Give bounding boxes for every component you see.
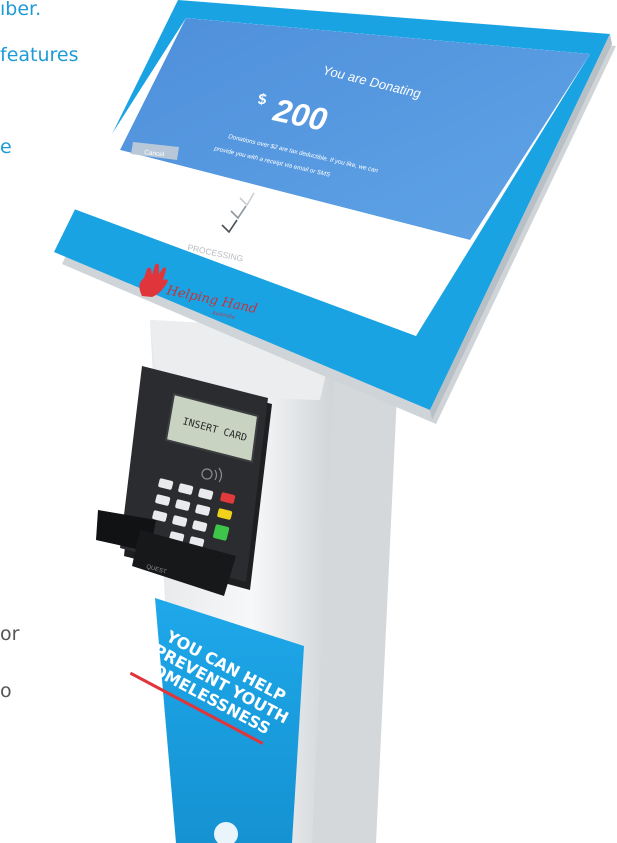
card-reader: INSERT CARD QUEST <box>96 366 272 596</box>
kiosk-illustration: You are Donating $ 200 Donations over $2… <box>54 0 616 843</box>
screen-currency: $ <box>257 91 267 108</box>
